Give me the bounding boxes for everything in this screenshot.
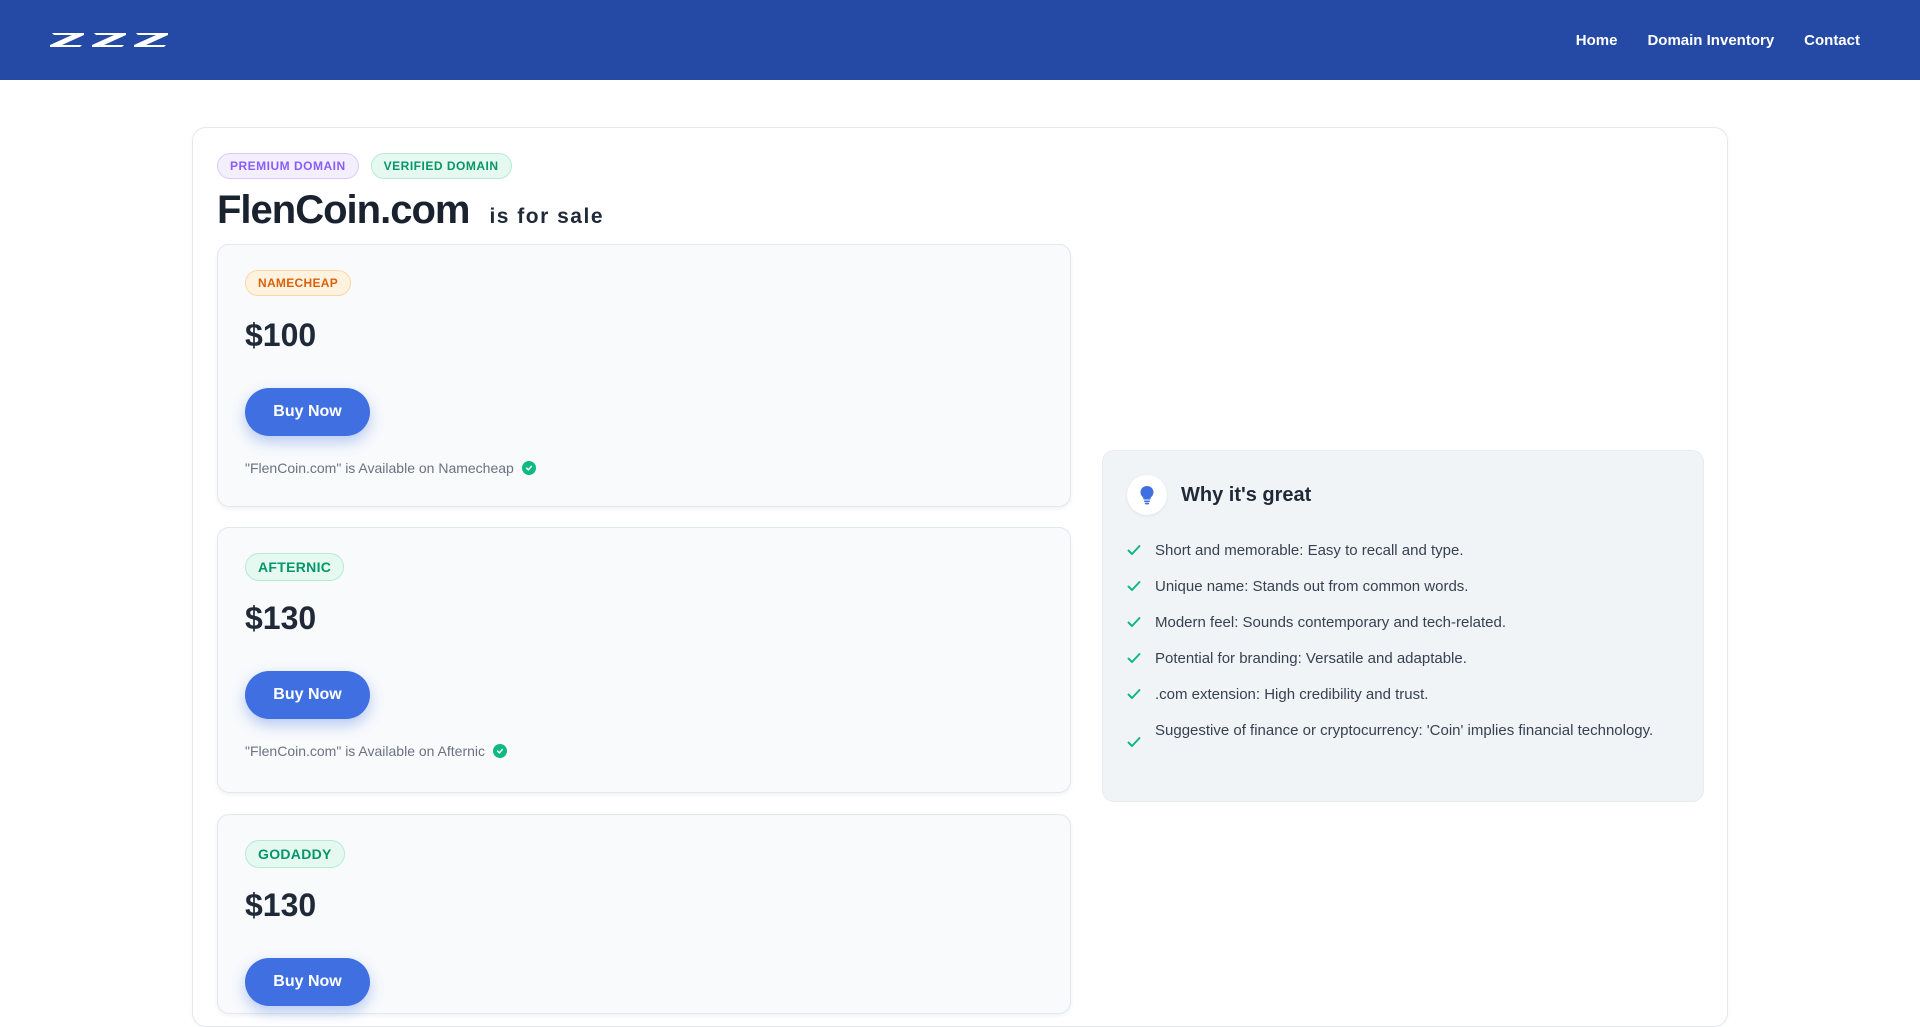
availability-text: "FlenCoin.com" is Available on Namecheap [245, 460, 514, 476]
for-sale-text: is for sale [489, 205, 605, 228]
list-item: Short and memorable: Easy to recall and … [1127, 539, 1667, 563]
check-icon [1127, 617, 1141, 627]
why-item-text: .com extension: High credibility and tru… [1155, 686, 1429, 703]
verified-domain-badge: VERIFIED DOMAIN [370, 153, 512, 179]
marketplace-badge: GODADDY [245, 840, 345, 868]
why-item-text: Modern feel: Sounds contemporary and tec… [1155, 614, 1507, 631]
site-logo[interactable] [50, 30, 170, 50]
verified-check-icon [493, 744, 508, 758]
domain-name-title: FlenCoin.com [217, 188, 470, 232]
domain-sale-card: PREMIUM DOMAIN VERIFIED DOMAIN FlenCoin.… [192, 127, 1728, 1027]
availability-note: "FlenCoin.com" is Available on Namecheap [245, 460, 536, 476]
why-item-text: Short and memorable: Easy to recall and … [1155, 542, 1464, 559]
offer-price: $130 [245, 887, 317, 923]
list-item: .com extension: High credibility and tru… [1127, 683, 1667, 707]
buy-now-button-afternic[interactable]: Buy Now [245, 671, 370, 719]
why-title: Why it's great [1181, 483, 1312, 506]
offer-price: $100 [245, 317, 317, 353]
domain-badges: PREMIUM DOMAIN VERIFIED DOMAIN [217, 153, 512, 179]
list-item: Potential for branding: Versatile and ad… [1127, 647, 1667, 671]
availability-text: "FlenCoin.com" is Available on Afternic [245, 743, 486, 759]
why-header: Why it's great [1127, 475, 1311, 515]
why-item-text: Unique name: Stands out from common word… [1155, 578, 1469, 595]
premium-domain-badge: PREMIUM DOMAIN [217, 153, 359, 179]
top-navigation-bar: Home Domain Inventory Contact [0, 0, 1920, 80]
check-icon [1127, 581, 1141, 591]
check-icon [1127, 653, 1141, 663]
check-icon [1127, 545, 1141, 555]
nav-domain-inventory-link[interactable]: Domain Inventory [1647, 32, 1774, 49]
zzz-logo-icon [50, 33, 168, 47]
list-item: Suggestive of finance or cryptocurrency:… [1127, 719, 1667, 748]
marketplace-badge: NAMECHEAP [245, 270, 352, 296]
marketplace-badge: AFTERNIC [245, 553, 345, 581]
buy-now-button-namecheap[interactable]: Buy Now [245, 388, 370, 436]
offer-price: $130 [245, 600, 317, 636]
nav-home-link[interactable]: Home [1576, 32, 1618, 49]
availability-note: "FlenCoin.com" is Available on Afternic [245, 743, 508, 759]
list-item: Unique name: Stands out from common word… [1127, 575, 1667, 599]
check-icon [1127, 689, 1141, 699]
why-its-great-panel: Why it's great Short and memorable: Easy… [1102, 450, 1704, 802]
why-item-text: Potential for branding: Versatile and ad… [1155, 650, 1467, 667]
lightbulb-icon [1127, 475, 1167, 515]
domain-title-row: FlenCoin.com is for sale [217, 188, 604, 233]
why-item-text: Suggestive of finance or cryptocurrency:… [1155, 722, 1654, 739]
buy-now-button-godaddy[interactable]: Buy Now [245, 958, 370, 1006]
verified-check-icon [521, 461, 536, 475]
offer-card-godaddy: GODADDY $130 Buy Now [217, 814, 1071, 1014]
why-list: Short and memorable: Easy to recall and … [1127, 539, 1667, 760]
offer-card-namecheap: NAMECHEAP $100 Buy Now "FlenCoin.com" is… [217, 244, 1071, 507]
offer-card-afternic: AFTERNIC $130 Buy Now "FlenCoin.com" is … [217, 527, 1071, 793]
main-nav: Home Domain Inventory Contact [1576, 32, 1860, 49]
nav-contact-link[interactable]: Contact [1804, 32, 1860, 49]
list-item: Modern feel: Sounds contemporary and tec… [1127, 611, 1667, 635]
check-icon [1127, 737, 1141, 747]
